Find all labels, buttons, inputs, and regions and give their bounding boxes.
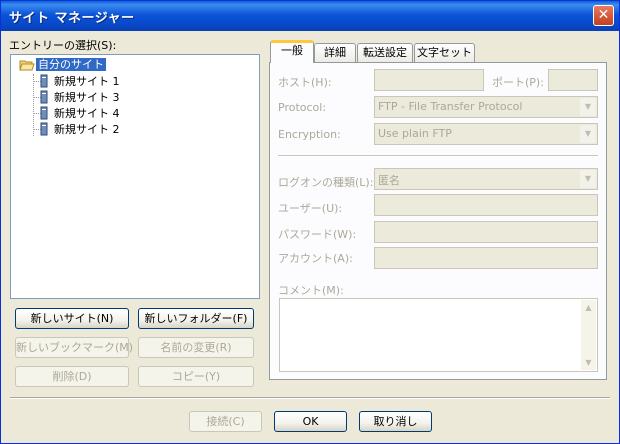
comment-label: コメント(M): [278,284,344,297]
user-input[interactable] [374,194,598,216]
server-icon [40,122,48,136]
separator [278,155,598,157]
title-bar[interactable]: サイト マネージャー ✕ [1,1,619,31]
site-tree[interactable]: 自分のサイト 新規サイト 1 新規サイト 3 新規サイト 4 新規サイト 2 [10,54,260,299]
protocol-value: FTP - File Transfer Protocol [378,100,523,113]
tree-item-site[interactable]: 新規サイト 2 [54,122,120,137]
host-label: ホスト(H): [278,76,332,89]
server-icon [40,90,48,104]
tree-item-site[interactable]: 新規サイト 1 [54,74,120,89]
scroll-up-icon[interactable]: ▲ [581,300,596,315]
tab-charset[interactable]: 文字セット [414,43,475,62]
encryption-value: Use plain FTP [378,127,452,140]
port-label: ポート(P): [492,76,544,89]
ok-button[interactable]: OK [274,411,347,432]
chevron-down-icon: ▼ [580,125,596,143]
protocol-select[interactable]: FTP - File Transfer Protocol ▼ [374,96,598,118]
logon-type-value: 匿名 [378,174,400,187]
user-label: ユーザー(U): [278,202,343,215]
site-manager-window: サイト マネージャー ✕ エントリーの選択(S): 自分のサイト 新規サイト 1… [0,0,620,444]
folder-open-icon [19,60,35,71]
window-title: サイト マネージャー [9,11,135,26]
encryption-label: Encryption: [278,128,341,141]
tree-item-label: 新規サイト 3 [54,91,120,104]
chevron-down-icon: ▼ [580,170,596,188]
account-label: アカウント(A): [278,252,353,265]
logon-type-label: ログオンの種類(L): [278,176,374,189]
tree-item-site[interactable]: 新規サイト 3 [54,90,120,105]
tree-item-label: 新規サイト 1 [54,75,120,88]
password-label: パスワード(W): [278,228,357,241]
new-site-button[interactable]: 新しいサイト(N) [15,308,129,329]
account-input[interactable] [374,247,598,269]
delete-button[interactable]: 削除(D) [15,366,129,387]
new-folder-button[interactable]: 新しいフォルダー(F) [138,308,254,329]
protocol-label: Protocol: [278,101,327,114]
encryption-select[interactable]: Use plain FTP ▼ [374,123,598,145]
tree-item-root[interactable]: 自分のサイト [36,57,106,72]
password-input[interactable] [374,221,598,243]
comment-scrollbar[interactable]: ▲ ▼ [581,300,596,370]
close-icon: ✕ [597,7,610,23]
server-icon [40,74,48,88]
host-input[interactable] [374,69,484,91]
tree-item-site[interactable]: 新規サイト 4 [54,106,120,121]
close-button[interactable]: ✕ [593,5,614,26]
tab-general[interactable]: 一般 [270,40,314,63]
tree-item-label: 新規サイト 4 [54,107,120,120]
server-icon [40,106,48,120]
cancel-button[interactable]: 取り消し [359,411,432,432]
rename-button[interactable]: 名前の変更(R) [138,337,254,358]
connect-button[interactable]: 接続(C) [189,411,262,432]
scroll-down-icon[interactable]: ▼ [581,355,596,370]
chevron-down-icon: ▼ [580,98,596,116]
logon-type-select[interactable]: 匿名 ▼ [374,168,598,190]
tab-advanced[interactable]: 詳細 [314,43,356,62]
comment-textarea[interactable]: ▲ ▼ [279,298,598,372]
tree-line [33,74,35,136]
separator [10,397,610,399]
entry-select-label: エントリーの選択(S): [9,39,117,52]
tree-root-label: 自分のサイト [36,58,106,71]
new-bookmark-button[interactable]: 新しいブックマーク(M) [15,337,133,358]
copy-button[interactable]: コピー(Y) [138,366,254,387]
port-input[interactable] [548,69,598,91]
tab-transfer-settings[interactable]: 転送設定 [357,43,413,62]
tree-item-label: 新規サイト 2 [54,123,120,136]
